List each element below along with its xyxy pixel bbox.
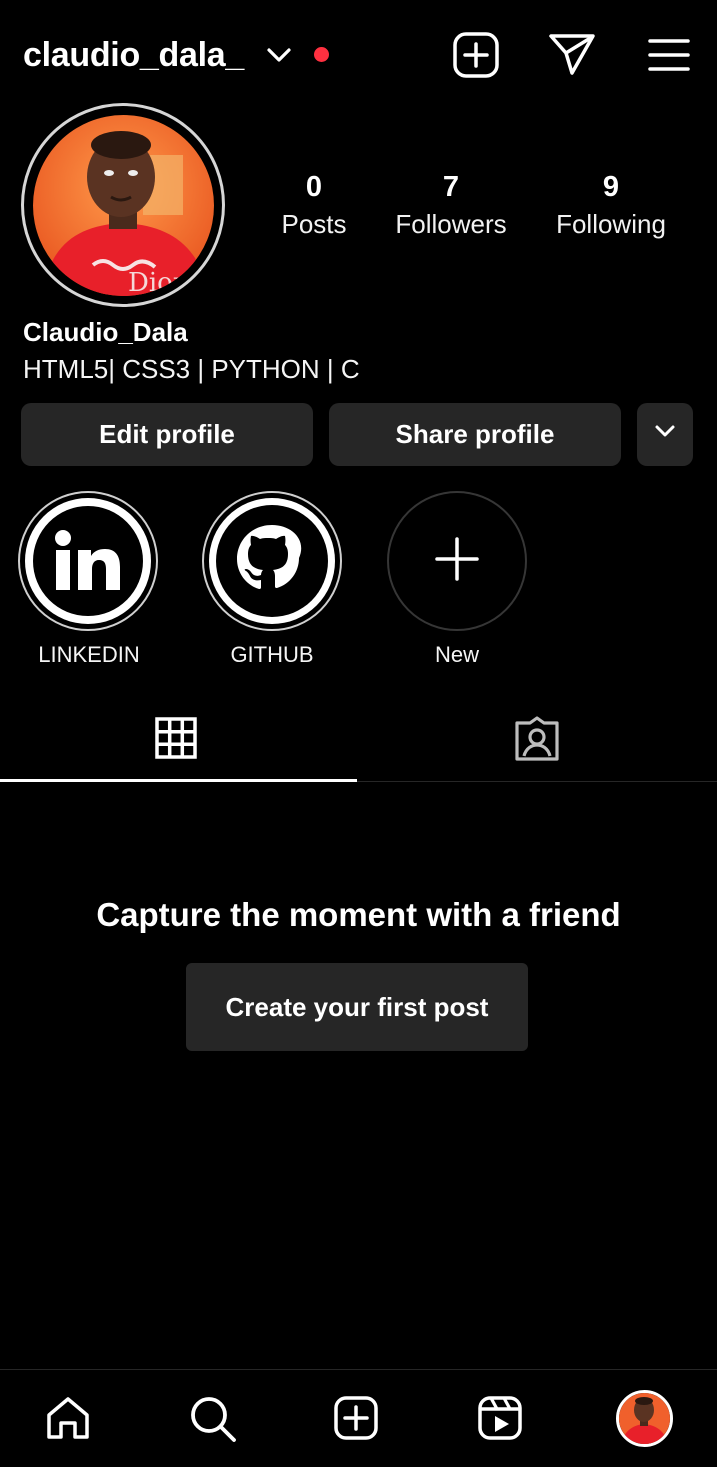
linkedin-icon xyxy=(25,498,151,624)
chevron-down-icon xyxy=(653,419,677,450)
github-icon xyxy=(209,498,335,624)
stat-label: Following xyxy=(556,209,666,239)
active-tab-indicator xyxy=(0,779,357,782)
chevron-down-icon[interactable] xyxy=(264,40,294,70)
new-post-icon[interactable] xyxy=(452,31,500,79)
stat-value: 7 xyxy=(442,171,460,203)
grid-icon xyxy=(155,717,197,763)
tab-tagged[interactable] xyxy=(513,716,561,767)
profile-username[interactable]: claudio_dala_ xyxy=(23,30,244,80)
highlight-label: LINKEDIN xyxy=(38,642,140,667)
highlight-label: New xyxy=(434,642,479,667)
highlight-label: GITHUB xyxy=(230,642,314,667)
stat-label: Posts xyxy=(281,209,347,239)
followers-count[interactable]: 7 Followers xyxy=(386,170,516,244)
share-profile-button[interactable]: Share profile xyxy=(329,403,621,466)
create-first-post-button[interactable]: Create your first post xyxy=(186,963,528,1051)
svg-text:Dior: Dior xyxy=(128,268,186,296)
empty-state-title: Capture the moment with a friend xyxy=(96,896,621,933)
avatar: Dior xyxy=(32,114,214,296)
following-count[interactable]: 9 Following xyxy=(546,170,676,244)
reels-icon[interactable] xyxy=(477,1395,523,1441)
posts-count[interactable]: 0 Posts xyxy=(264,170,364,244)
new-highlight-button[interactable] xyxy=(387,491,527,631)
stat-label: Followers xyxy=(395,209,507,239)
search-icon[interactable] xyxy=(189,1395,237,1443)
direct-message-icon[interactable] xyxy=(548,31,596,77)
create-icon[interactable] xyxy=(333,1395,379,1441)
profile-bio: HTML5| CSS3 | PYTHON | C xyxy=(23,354,360,384)
profile-picture[interactable]: Dior xyxy=(21,103,225,307)
stat-value: 0 xyxy=(305,171,323,203)
highlight-github[interactable] xyxy=(202,491,342,631)
bottom-nav-divider xyxy=(0,1369,717,1370)
highlight-linkedin[interactable] xyxy=(18,491,158,631)
tagged-icon xyxy=(513,716,561,766)
profile-avatar[interactable] xyxy=(616,1390,673,1447)
notification-dot xyxy=(314,47,329,62)
home-icon[interactable] xyxy=(45,1395,91,1441)
plus-icon xyxy=(434,536,480,587)
edit-profile-button[interactable]: Edit profile xyxy=(21,403,313,466)
tab-grid[interactable] xyxy=(155,717,197,764)
suggested-users-button[interactable] xyxy=(637,403,693,466)
display-name: Claudio_Dala xyxy=(23,317,188,347)
menu-icon[interactable] xyxy=(647,35,691,75)
stat-value: 9 xyxy=(602,171,620,203)
